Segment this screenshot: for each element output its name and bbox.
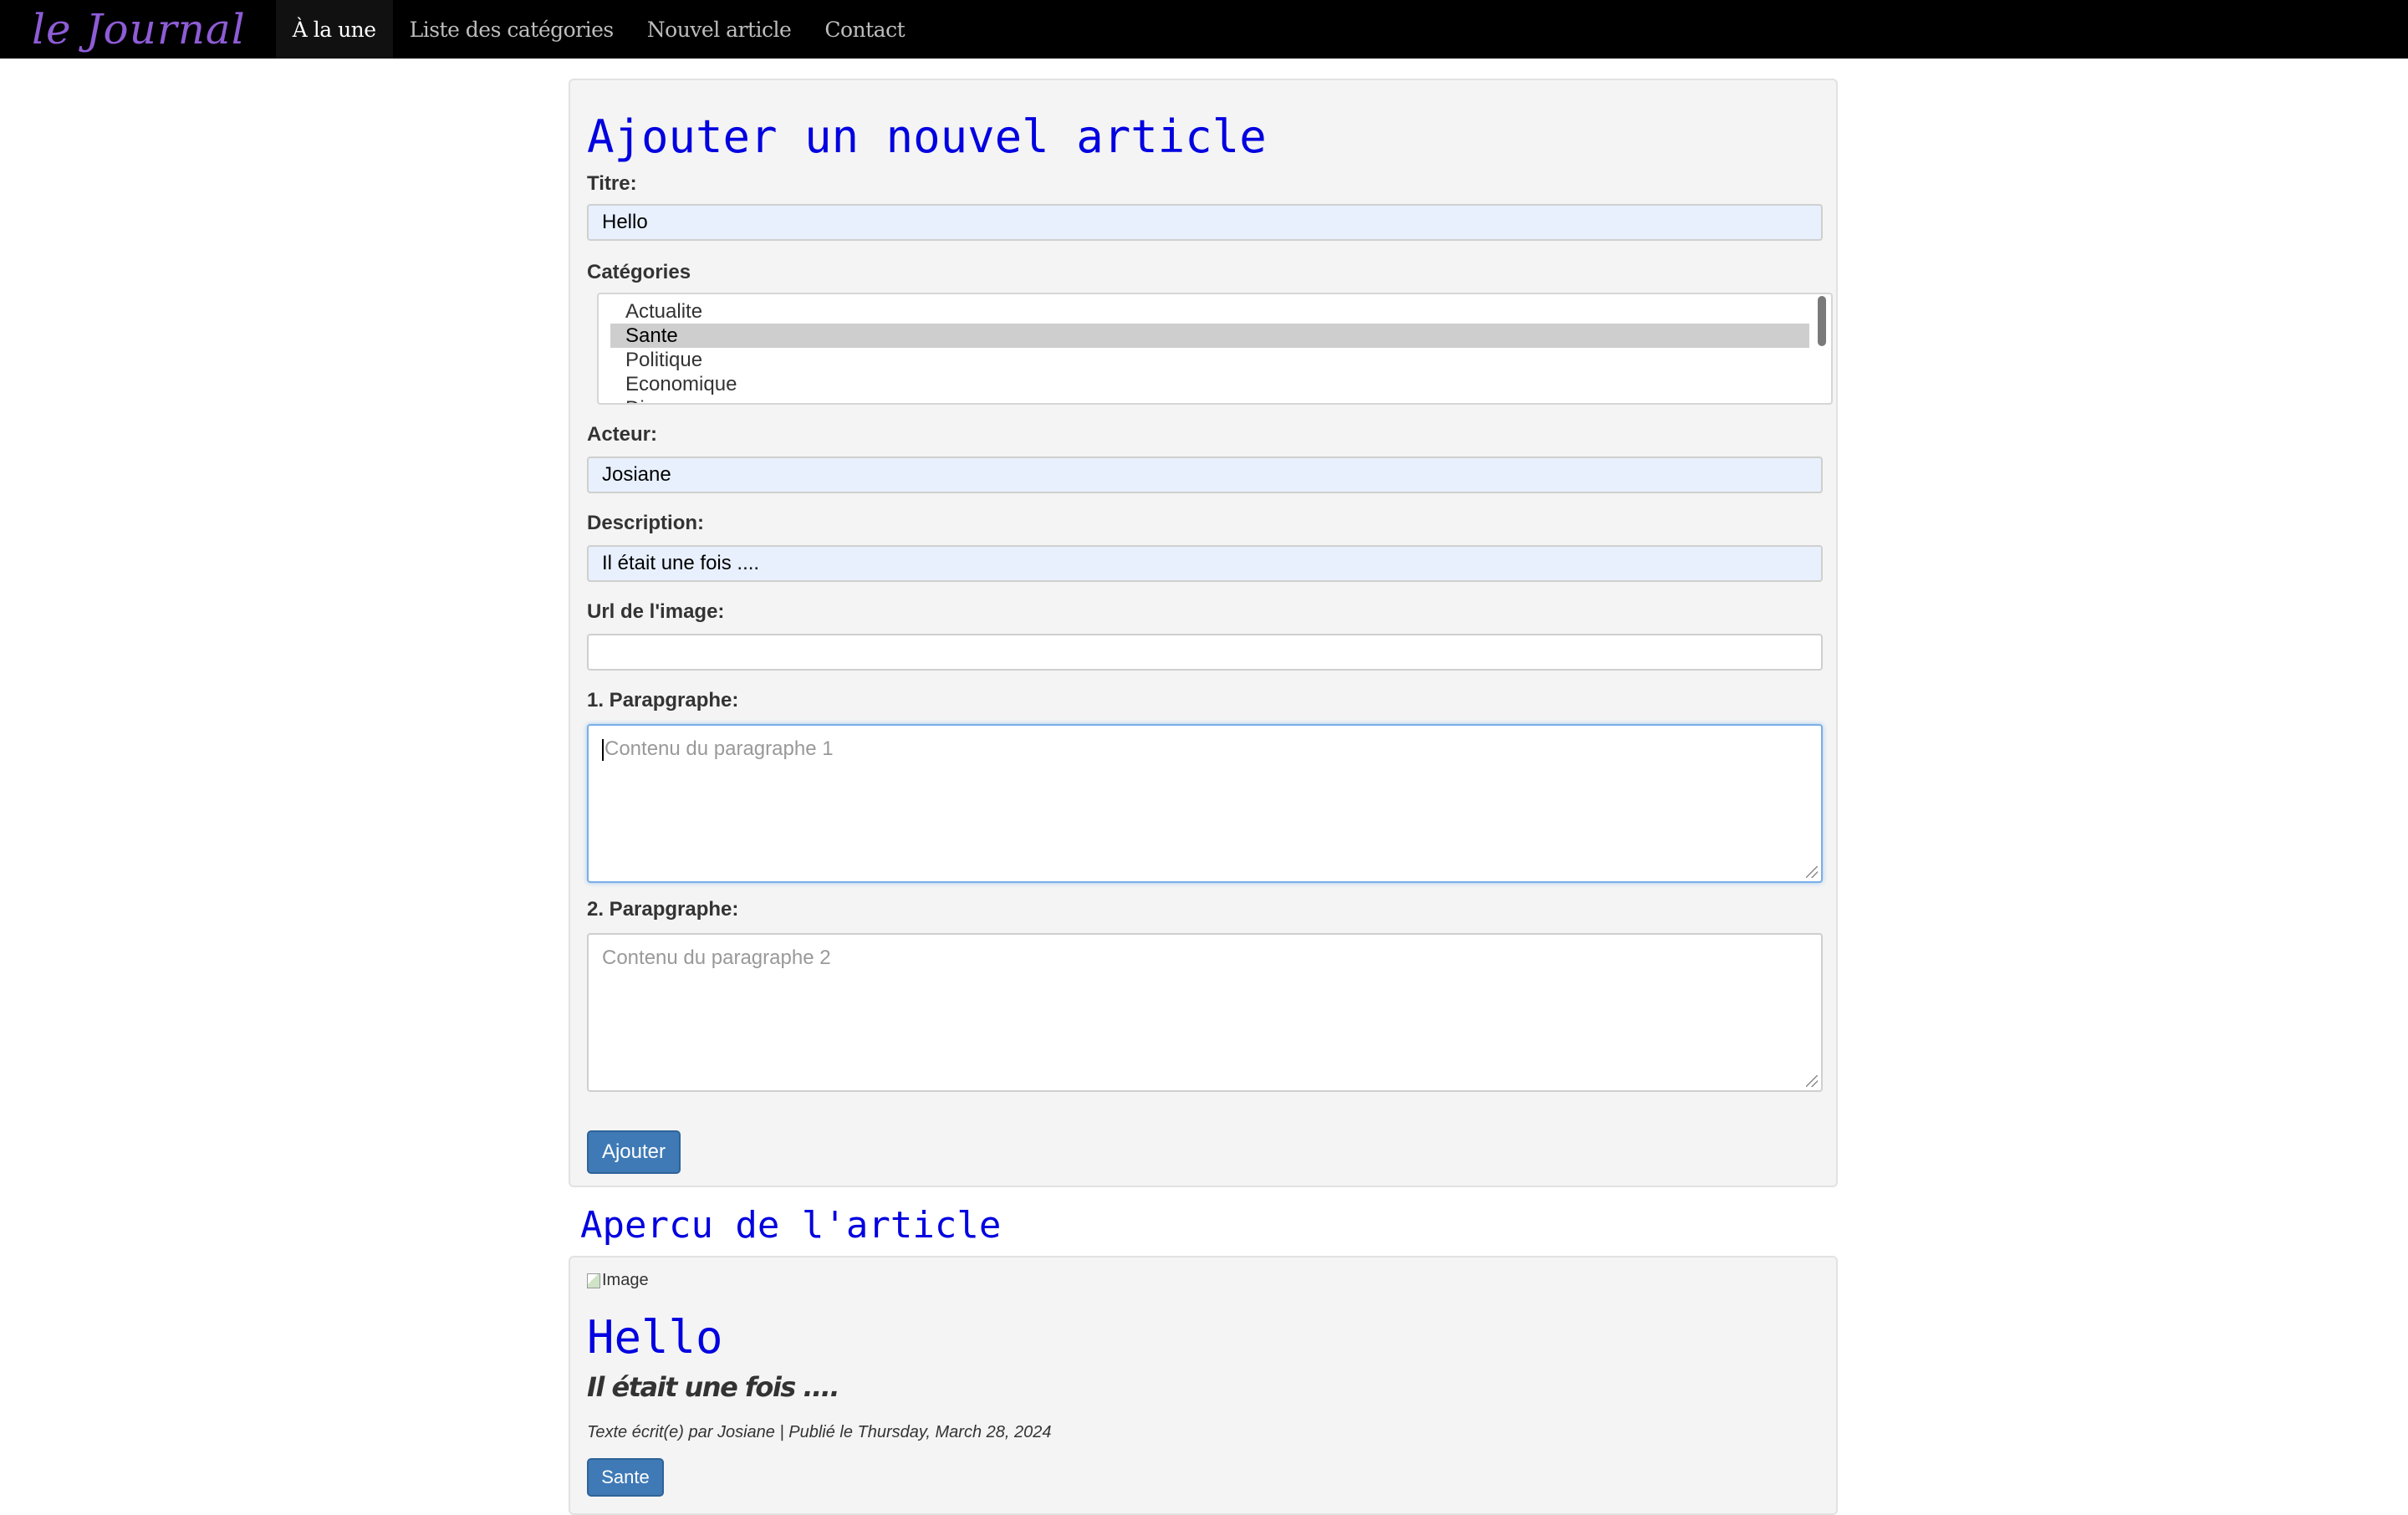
nav-item-contact[interactable]: Contact — [808, 0, 921, 59]
categories-label: Catégories — [587, 261, 691, 283]
category-option-partial[interactable]: Di... — [610, 396, 1809, 403]
form-heading: Ajouter un nouvel article — [587, 110, 1267, 163]
author-label: Acteur: — [587, 423, 658, 446]
preview-subtitle: Il était une fois .... — [587, 1371, 840, 1403]
category-option-economique[interactable]: Economique — [610, 372, 1809, 396]
image-url-label: Url de l'image: — [587, 600, 725, 623]
new-article-form: Ajouter un nouvel article Titre: Hello C… — [569, 79, 1838, 1187]
nav-item-nouvel-article[interactable]: Nouvel article — [630, 0, 809, 59]
description-input[interactable]: Il était une fois .... — [587, 545, 1823, 582]
paragraph-2-label: 2. Parapgraphe: — [587, 898, 739, 921]
paragraph-1-placeholder: Contenu du paragraphe 1 — [605, 737, 834, 760]
add-article-button[interactable]: Ajouter — [587, 1130, 681, 1174]
image-url-input[interactable] — [587, 634, 1823, 671]
title-label: Titre: — [587, 172, 637, 195]
title-input[interactable]: Hello — [587, 204, 1823, 241]
text-caret — [602, 738, 604, 761]
categories-listbox[interactable]: Actualite Sante Politique Economique Di.… — [597, 293, 1833, 405]
nav-item-liste-categories[interactable]: Liste des catégories — [393, 0, 630, 59]
preview-meta: Texte écrit(e) par Josiane | Publié le T… — [587, 1423, 1052, 1441]
top-navbar: le Journal À la une Liste des catégories… — [0, 0, 2408, 59]
author-input[interactable]: Josiane — [587, 457, 1823, 493]
broken-image: Image — [587, 1271, 649, 1290]
preview-heading: Apercu de l'article — [580, 1204, 1002, 1247]
description-label: Description: — [587, 512, 705, 534]
category-option-sante[interactable]: Sante — [610, 324, 1809, 348]
paragraph-2-textarea[interactable]: Contenu du paragraphe 2 — [587, 933, 1823, 1092]
resize-handle-icon[interactable] — [1806, 866, 1818, 878]
preview-title: Hello — [587, 1311, 723, 1364]
category-option-politique[interactable]: Politique — [610, 348, 1809, 372]
listbox-scrollbar[interactable] — [1818, 296, 1826, 346]
resize-handle-icon[interactable] — [1806, 1075, 1818, 1087]
image-alt-text: Image — [602, 1271, 649, 1289]
paragraph-1-label: 1. Parapgraphe: — [587, 689, 739, 712]
broken-image-icon — [587, 1273, 600, 1288]
paragraph-2-placeholder: Contenu du paragraphe 2 — [602, 946, 831, 969]
category-option-actualite[interactable]: Actualite — [610, 299, 1809, 324]
paragraph-1-textarea[interactable]: Contenu du paragraphe 1 — [587, 724, 1823, 883]
article-preview: Image Hello Il était une fois .... Texte… — [569, 1256, 1838, 1515]
brand-logo[interactable]: le Journal — [0, 5, 276, 54]
category-badge[interactable]: Sante — [587, 1458, 664, 1497]
nav-item-a-la-une[interactable]: À la une — [275, 0, 393, 59]
